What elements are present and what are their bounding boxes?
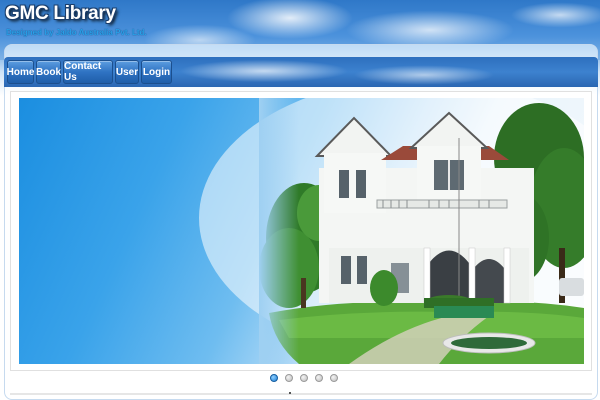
pager-dot-2[interactable] bbox=[285, 374, 293, 382]
slide-image-library-building[interactable] bbox=[19, 98, 584, 364]
nav-user[interactable]: User bbox=[115, 60, 139, 84]
nav-login[interactable]: Login bbox=[141, 60, 172, 84]
pager-dot-4[interactable] bbox=[315, 374, 323, 382]
site-subtitle: Designed by Jaldo Australia Pvt. Ltd. bbox=[6, 28, 147, 37]
pager-dot-1[interactable] bbox=[270, 374, 278, 382]
library-building-illustration bbox=[199, 98, 584, 364]
pager-dot-5[interactable] bbox=[330, 374, 338, 382]
slider-pager bbox=[270, 374, 340, 384]
nav-home[interactable]: Home bbox=[7, 60, 34, 84]
site-title[interactable]: GMC Library bbox=[5, 3, 116, 25]
image-slider bbox=[10, 91, 592, 371]
pager-dot-3[interactable] bbox=[300, 374, 308, 382]
nav-contact-us[interactable]: Contact Us bbox=[63, 60, 113, 84]
footer-marker bbox=[289, 392, 291, 394]
footer-divider bbox=[10, 393, 592, 395]
nav-book[interactable]: Book bbox=[36, 60, 61, 84]
